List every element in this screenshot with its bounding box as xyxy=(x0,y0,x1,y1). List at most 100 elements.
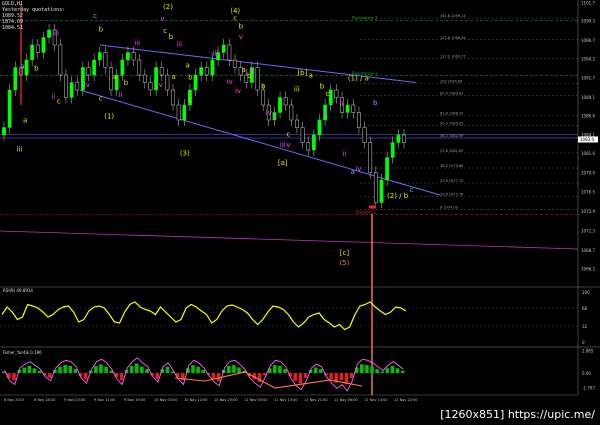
fisher-bar xyxy=(375,369,379,374)
candle-body xyxy=(131,52,136,61)
candle xyxy=(221,39,226,59)
x-tick-label: 6 Nov 18:00 xyxy=(34,398,55,402)
candle-body xyxy=(199,67,204,76)
candle-body xyxy=(92,59,97,76)
candle xyxy=(289,99,294,126)
fisher-bar xyxy=(140,366,144,374)
candle xyxy=(368,136,373,179)
wave-label: v xyxy=(239,33,243,41)
y-tick-label: 1071.3 xyxy=(581,228,595,233)
candle xyxy=(373,166,378,209)
fisher-bar xyxy=(145,369,149,374)
candle-body xyxy=(261,89,266,106)
fisher-bar xyxy=(134,363,139,374)
candle xyxy=(351,99,356,119)
candle xyxy=(24,54,29,81)
fib-level-label: 61.8 1086.33 xyxy=(440,112,463,116)
fisher-bar xyxy=(329,373,333,380)
wave-label: a xyxy=(309,71,313,79)
rsi-tick-label: 32 xyxy=(582,324,588,329)
fisher-bar xyxy=(293,373,298,382)
fisher-bar xyxy=(201,369,206,374)
candle-body xyxy=(171,89,175,106)
candle xyxy=(92,54,97,81)
candle-body xyxy=(86,67,91,76)
x-tick-label: 12 Nov 22:00 xyxy=(394,398,418,402)
y-tick-label: 1079.0 xyxy=(581,171,595,176)
wave-label: v xyxy=(286,141,290,149)
wave-label: ii xyxy=(118,91,122,99)
wave-label: iii xyxy=(294,86,300,94)
wave-label: iii xyxy=(17,146,23,154)
fib-level-label: 0 1074.09 xyxy=(440,205,458,209)
y-tick-label: 1076.5 xyxy=(581,189,595,194)
candle-body xyxy=(210,59,215,76)
candle xyxy=(30,39,35,66)
pivot-level-label: Resistance 2 xyxy=(352,15,378,20)
candle-body xyxy=(7,89,12,128)
candle xyxy=(357,106,361,134)
candle xyxy=(176,99,181,126)
wave-label: b xyxy=(99,26,104,34)
x-tick-label: 9 Nov 11:00 xyxy=(94,398,115,402)
candle xyxy=(283,91,288,111)
fisher-bar xyxy=(365,365,369,374)
candle xyxy=(35,39,40,59)
fisher-bar xyxy=(99,364,103,374)
fib-level-label: 85.4 1089.83 xyxy=(440,91,463,95)
fisher-bar xyxy=(37,370,42,374)
candle xyxy=(233,54,237,74)
candle-body xyxy=(97,52,102,61)
wave-label: a xyxy=(20,62,24,70)
wave-label: [b] xyxy=(297,69,307,77)
wave-label: b xyxy=(320,83,325,91)
candle-body xyxy=(373,172,378,203)
candle xyxy=(182,99,187,126)
wave-label: c xyxy=(163,27,167,35)
candle xyxy=(13,61,18,96)
candle xyxy=(227,39,232,66)
candle xyxy=(86,61,91,81)
fisher-bar xyxy=(119,373,124,381)
candle xyxy=(154,61,158,96)
wave-label: c xyxy=(93,12,97,20)
fisher-bar xyxy=(196,366,200,374)
candle xyxy=(311,129,316,156)
y-tick-label: 1086.6 xyxy=(581,114,595,119)
wave-label: b xyxy=(373,99,378,107)
candle-body xyxy=(30,44,35,61)
wave-label: c xyxy=(233,14,237,22)
wave-label: iv xyxy=(235,87,241,95)
wave-label: ii xyxy=(342,150,346,158)
fisher-bar xyxy=(349,373,354,378)
fib-level-label: 38.2 1079.86 xyxy=(440,164,463,168)
candle xyxy=(204,61,209,81)
fib-level-label: 23.6 1075.78 xyxy=(440,193,463,197)
wave-label: b xyxy=(169,33,174,41)
fisher-bar xyxy=(232,365,236,374)
y-tick-label: 1068.7 xyxy=(581,248,595,253)
candle xyxy=(295,114,299,134)
watermark: [1260x851] https://upic.me/ xyxy=(437,407,598,422)
wave-label: a xyxy=(351,168,355,176)
candle-body xyxy=(204,67,209,76)
wave-label: iv xyxy=(266,109,272,117)
fib-level-label: 127.2 1093.77 xyxy=(440,55,466,59)
fib-level-label: 100 1090.89 xyxy=(440,79,462,83)
fisher-bar xyxy=(211,373,216,379)
candle-body xyxy=(368,142,373,173)
candle-body xyxy=(317,119,322,136)
x-tick-label: 11 Nov 13:00 xyxy=(274,398,298,402)
trend-line-magenta xyxy=(0,230,579,250)
candle-body xyxy=(227,44,232,61)
x-tick-label: 12 Nov 06:00 xyxy=(334,398,358,402)
candle xyxy=(199,61,204,81)
wave-label: ii xyxy=(272,114,276,122)
candle xyxy=(385,151,389,186)
wave-label: a xyxy=(185,62,189,70)
y-tick-label: 1099.3 xyxy=(581,18,595,23)
candle-body xyxy=(402,134,406,143)
fisher-bar xyxy=(68,365,73,374)
wave-label: (2) xyxy=(163,3,173,11)
x-tick-label: 11 Nov 05:00 xyxy=(244,398,268,402)
